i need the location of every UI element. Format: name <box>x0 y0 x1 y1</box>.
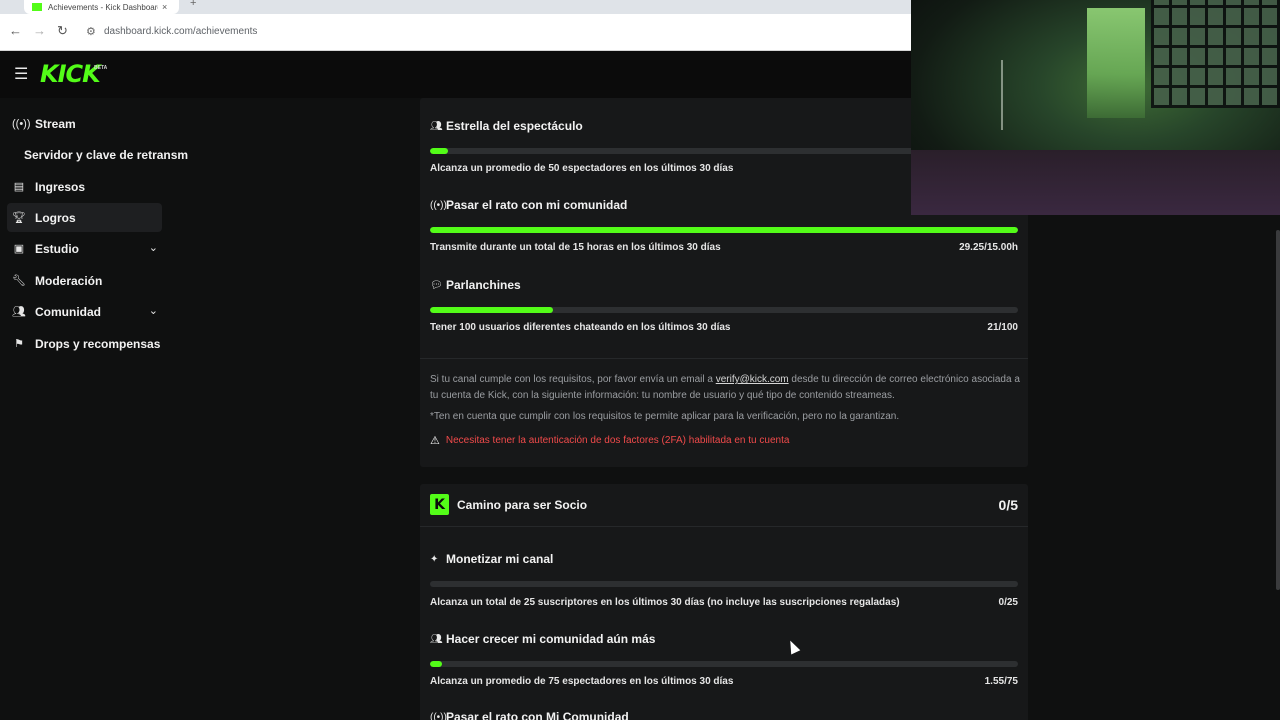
hamburger-menu-icon[interactable]: ☰ <box>14 64 28 84</box>
people-icon: 👥︎ <box>430 120 443 132</box>
achievement-value: 29.25/15.00h <box>959 242 1018 253</box>
section-title: Camino para ser Socio <box>457 497 588 512</box>
chevron-down-icon[interactable]: ⌄ <box>149 304 158 317</box>
sidebar-item-label: Estudio <box>35 241 79 256</box>
partner-card: K Camino para ser Socio 0/5 ✦ Monetizar … <box>420 484 1028 720</box>
url-field[interactable]: dashboard.kick.com/achievements <box>104 26 257 37</box>
achievement-description: Transmite durante un total de 15 horas e… <box>430 242 721 253</box>
chart-icon: ▤ <box>13 181 25 193</box>
broadcast-icon: ((•)) <box>430 199 447 211</box>
progress-fill <box>430 227 1018 233</box>
broadcast-icon: ((•)) <box>12 117 31 130</box>
back-arrow-icon[interactable]: ← <box>9 23 22 38</box>
studio-icon: ▣ <box>13 243 25 255</box>
progress-fill <box>430 661 442 667</box>
verification-disclaimer: *Ten en cuenta que cumplir con los requi… <box>430 411 900 422</box>
sidebar-item-label: Ingresos <box>35 179 86 194</box>
sidebar-item-stream-key[interactable]: Servidor y clave de retransm <box>24 148 188 162</box>
kick-favicon-icon <box>32 3 42 11</box>
sidebar-item-label: Stream <box>35 116 76 131</box>
sparkle-icon: ✦ <box>430 553 439 565</box>
webcam-overlay <box>911 0 1280 215</box>
section-count: 0/5 <box>998 497 1018 513</box>
progress-fill <box>430 307 554 313</box>
people-icon: 👥︎ <box>12 306 26 318</box>
sidebar-item-ingresos[interactable]: ▤ Ingresos <box>7 172 162 201</box>
sidebar-item-label: Drops y recompensas <box>35 336 161 351</box>
sidebar-item-label: Moderación <box>35 273 103 288</box>
progress-bar <box>430 661 1018 667</box>
scrollbar[interactable] <box>1276 230 1280 590</box>
gift-icon: ⚑ <box>14 338 24 350</box>
beta-badge: BETA <box>94 65 108 71</box>
progress-bar <box>430 307 1018 313</box>
achievement-value: 1.55/75 <box>984 676 1018 687</box>
sidebar-item-estudio[interactable]: ▣ Estudio ⌄ <box>7 234 162 263</box>
chat-bubble-icon: 💬︎ <box>430 279 443 291</box>
sidebar-item-moderacion[interactable]: 🔧︎ Moderación <box>7 266 162 295</box>
sidebar-item-stream[interactable]: ((•)) Stream <box>7 109 162 138</box>
tab-title: Achievements - Kick Dashboard <box>48 2 158 12</box>
progress-bar <box>430 227 1018 233</box>
divider <box>420 358 1028 359</box>
achievement-title: ((•)) Pasar el rato con mi comunidad <box>430 198 628 212</box>
achievement-description: Alcanza un total de 25 suscriptores en l… <box>430 597 900 608</box>
site-info-icon[interactable]: ⚙ <box>86 25 96 38</box>
achievement-value: 21/100 <box>987 322 1018 333</box>
webcam-window-light <box>1087 8 1145 118</box>
achievement-description: Alcanza un promedio de 75 espectadores e… <box>430 676 734 687</box>
broadcast-icon: ((•)) <box>430 711 447 720</box>
achievement-title: ✦ Monetizar mi canal <box>430 552 554 566</box>
webcam-pole <box>1001 60 1003 130</box>
divider <box>420 526 1028 527</box>
achievement-title: 👥︎ Hacer crecer mi comunidad aún más <box>430 632 656 646</box>
section-header: K Camino para ser Socio <box>430 494 587 515</box>
webcam-floor <box>911 150 1280 215</box>
verification-info: Si tu canal cumple con los requisitos, p… <box>430 374 1020 401</box>
achievement-title: 👥︎ Estrella del espectáculo <box>430 119 583 133</box>
trophy-icon: 🏆︎ <box>12 212 26 224</box>
forward-arrow-icon[interactable]: → <box>33 23 46 38</box>
chevron-down-icon[interactable]: ⌄ <box>149 241 158 254</box>
achievement-value: 0/25 <box>998 597 1018 608</box>
warning-icon: ⚠ <box>430 435 440 447</box>
wrench-icon: 🔧︎ <box>12 275 26 287</box>
reload-icon[interactable]: ↻ <box>57 23 68 39</box>
sidebar-item-label: Comunidad <box>35 304 101 319</box>
achievement-description: Alcanza un promedio de 50 espectadores e… <box>430 163 734 174</box>
sidebar: ((•)) Stream Servidor y clave de retrans… <box>0 98 188 720</box>
achievement-description: Tener 100 usuarios diferentes chateando … <box>430 322 731 333</box>
tab-close-icon[interactable]: × <box>162 2 167 12</box>
verify-email-link[interactable]: verify@kick.com <box>716 374 789 385</box>
sidebar-item-logros[interactable]: 🏆︎ Logros <box>7 203 162 232</box>
achievement-title: 💬︎ Parlanchines <box>430 278 521 292</box>
sidebar-item-label: Logros <box>35 210 76 225</box>
sidebar-item-comunidad[interactable]: 👥︎ Comunidad ⌄ <box>7 297 162 326</box>
progress-fill <box>430 148 448 154</box>
browser-tab[interactable]: Achievements - Kick Dashboard × <box>24 0 179 14</box>
new-tab-button[interactable]: + <box>190 0 196 9</box>
kick-badge-icon: K <box>430 494 449 515</box>
people-icon: 👥︎ <box>430 633 443 645</box>
achievement-title: ((•)) Pasar el rato con Mi Comunidad <box>430 710 629 720</box>
webcam-window-grille <box>1151 0 1280 108</box>
sidebar-item-drops[interactable]: ⚑ Drops y recompensas <box>7 329 162 358</box>
progress-bar <box>430 581 1018 587</box>
kick-logo[interactable]: KICK <box>40 60 101 88</box>
twofa-warning: ⚠ Necesitas tener la autenticación de do… <box>430 435 790 447</box>
